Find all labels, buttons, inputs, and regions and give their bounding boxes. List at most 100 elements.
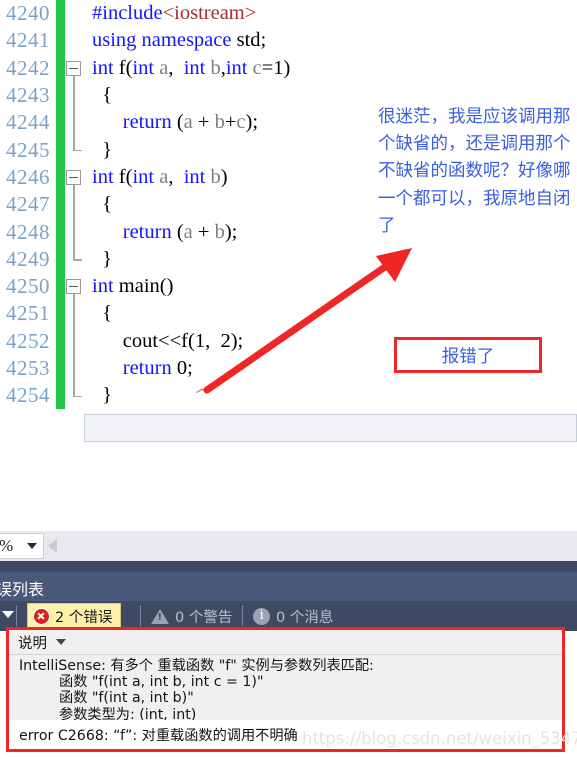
fold-gutter[interactable] (65, 273, 88, 301)
code-line[interactable]: 4254 } (0, 382, 577, 410)
zoom-level-dropdown[interactable]: % (0, 533, 44, 559)
chevron-down-icon[interactable] (56, 639, 66, 645)
fold-guide-end (73, 136, 80, 152)
fold-gutter[interactable] (65, 300, 88, 328)
code-token: b (214, 220, 225, 243)
change-tracking-bar (56, 81, 65, 110)
code-token: f( (113, 165, 133, 188)
error-list-column-header[interactable]: 说明 (9, 630, 562, 655)
change-tracking-bar (56, 218, 65, 246)
warnings-filter-button[interactable]: 0 个警告 (151, 603, 232, 629)
collapse-fold-icon[interactable] (66, 60, 81, 76)
fold-gutter[interactable] (65, 55, 88, 83)
code-token: } (92, 384, 113, 407)
code-text: #include<iostream> (88, 2, 256, 25)
code-token: ( (171, 220, 184, 243)
fold-guide-end (73, 245, 80, 261)
table-row[interactable]: IntelliSense: 有多个 重载函数 "f" 实例与参数列表匹配: 函数 … (9, 655, 562, 723)
change-tracking-bar (56, 327, 65, 355)
code-line[interactable]: 4240 #include<iostream> (0, 0, 577, 28)
fold-gutter[interactable] (65, 81, 88, 110)
code-line[interactable]: 4249 } (0, 245, 577, 273)
line-number: 4241 (6, 28, 50, 53)
messages-count-label: 0 个消息 (276, 609, 334, 626)
code-text: { (88, 302, 112, 325)
line-number: 4250 (6, 274, 50, 299)
line-number: 4252 (6, 328, 50, 353)
change-tracking-bar (56, 163, 65, 192)
code-line[interactable]: 4241 using namespace std; (0, 27, 577, 55)
code-token: c (236, 111, 246, 134)
code-token: { (92, 302, 113, 325)
fold-gutter[interactable] (65, 245, 88, 273)
error-squiggle-underline: ︿ (196, 381, 209, 395)
code-token: a (159, 165, 169, 188)
fold-gutter[interactable] (65, 27, 88, 54)
fold-gutter[interactable] (65, 136, 88, 163)
fold-guide-line (73, 327, 75, 355)
info-icon (253, 607, 270, 625)
table-row[interactable]: error C2668: “f”: 对重载函数的调用不明确 (9, 720, 562, 749)
line-number: 4246 (6, 164, 50, 189)
fold-gutter[interactable] (65, 354, 88, 383)
line-number: 4243 (6, 83, 50, 108)
fold-gutter[interactable] (65, 191, 88, 219)
warnings-count-label: 0 个警告 (175, 609, 233, 626)
code-line[interactable]: 4251 { (0, 300, 577, 328)
scroll-left-arrow-icon[interactable] (48, 539, 57, 553)
code-text: return (a + b); (88, 220, 238, 244)
line-number: 4245 (6, 137, 50, 162)
fold-gutter[interactable] (65, 164, 88, 192)
code-token: c (252, 56, 262, 79)
fold-guide-line (73, 109, 75, 137)
code-token: f( (113, 56, 133, 79)
toolbar-separator (16, 605, 17, 626)
code-token: return (122, 220, 172, 243)
code-text: using namespace std; (88, 29, 266, 52)
fold-gutter[interactable] (65, 327, 88, 355)
code-line[interactable]: 4250 int main() (0, 272, 577, 301)
code-text: } (88, 384, 112, 407)
fold-gutter[interactable] (65, 0, 88, 27)
editor-horizontal-scrollbar[interactable] (0, 531, 577, 561)
code-token: , (168, 165, 184, 188)
code-token: b (214, 111, 225, 134)
code-text: } (88, 139, 112, 162)
error-message-line: error C2668: “f”: 对重载函数的调用不明确 (19, 727, 298, 744)
fold-gutter[interactable] (65, 218, 88, 246)
code-token: #include (92, 2, 163, 25)
collapse-fold-icon[interactable] (66, 278, 81, 294)
fold-guide-line (73, 354, 75, 383)
code-text: int f(int a, int b) (88, 166, 228, 189)
warning-icon (151, 608, 169, 624)
panel-splitter[interactable] (0, 561, 577, 572)
code-text: cout<<f(1, 2); (88, 330, 243, 353)
messages-filter-button[interactable]: 0 个消息 (253, 603, 333, 629)
fold-gutter[interactable] (65, 109, 88, 137)
toolbar-dropdown-caret-icon[interactable] (2, 611, 14, 618)
code-token: ); (245, 111, 259, 134)
annotation-error-callout-box: 报错了 (394, 337, 542, 373)
code-token: + (192, 220, 215, 243)
code-token: { (92, 84, 113, 107)
errors-filter-button[interactable]: 2 个错误 (27, 603, 122, 629)
code-token: int (92, 275, 114, 298)
code-token: using namespace (92, 29, 237, 52)
fold-guide-line (73, 218, 75, 246)
code-line[interactable]: 4242 int f(int a, int b,int c=1) (0, 54, 577, 83)
error-icon (33, 607, 50, 625)
code-token: std; (236, 29, 267, 52)
toolbar-separator (242, 605, 243, 626)
code-token: b (210, 165, 221, 188)
code-token: 0; (171, 357, 193, 379)
code-token: =1) (261, 56, 291, 79)
code-text: } (88, 248, 112, 271)
change-tracking-bar (56, 191, 65, 219)
fold-gutter[interactable] (65, 382, 88, 409)
code-token: a (183, 111, 193, 134)
fold-guide-line (73, 191, 75, 219)
collapse-fold-icon[interactable] (66, 169, 81, 185)
change-tracking-bar (56, 109, 65, 137)
